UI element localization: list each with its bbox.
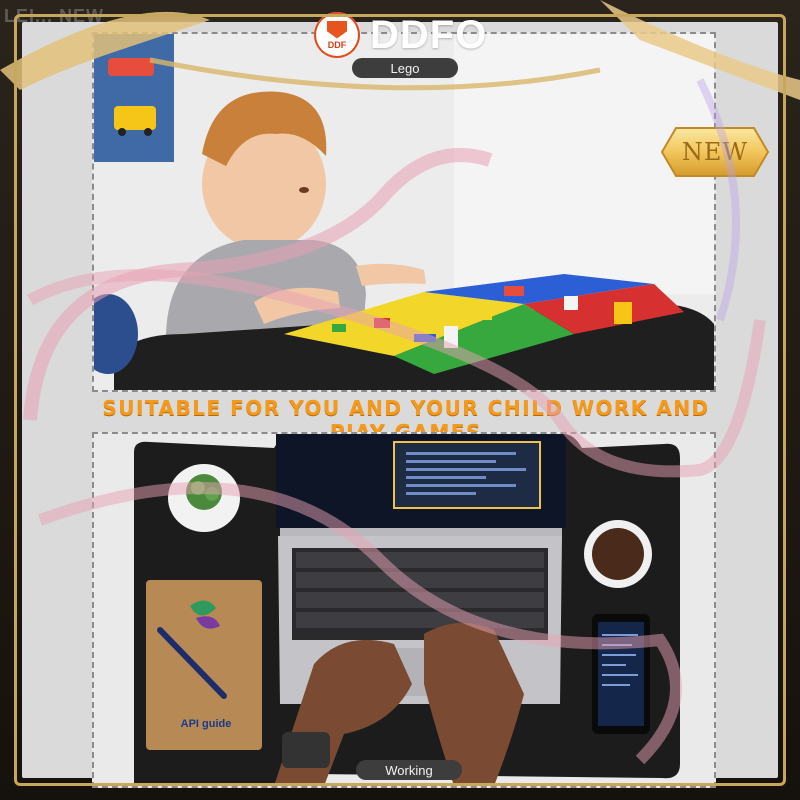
lego-scene-panel [92, 32, 716, 392]
notebook-label: API guide [180, 718, 232, 730]
corner-watermark: LEI... NEW [4, 6, 104, 26]
brand-badge: DDF [314, 12, 360, 58]
coffee-cup [584, 520, 652, 588]
brand-logo: DDF DDFO [314, 12, 488, 58]
brand-abbreviation: DDF [327, 39, 347, 50]
succulent-plant [168, 464, 240, 532]
smartphone [592, 614, 650, 734]
new-badge: NEW [660, 124, 770, 180]
scene-label-lego: Lego [352, 58, 458, 78]
shield-icon [327, 20, 347, 39]
wall-poster [94, 34, 174, 162]
new-badge-text: NEW [681, 138, 749, 166]
working-scene-panel: API guide [92, 432, 716, 788]
product-collage: LEI... NEW SUITABLE FOR YOU AND YOUR CHI… [0, 0, 800, 800]
lego-scene-illustration [94, 34, 714, 390]
brand-name: DDFO [370, 12, 488, 57]
working-scene-illustration [94, 434, 714, 786]
scene-label-working: Working [356, 760, 462, 780]
